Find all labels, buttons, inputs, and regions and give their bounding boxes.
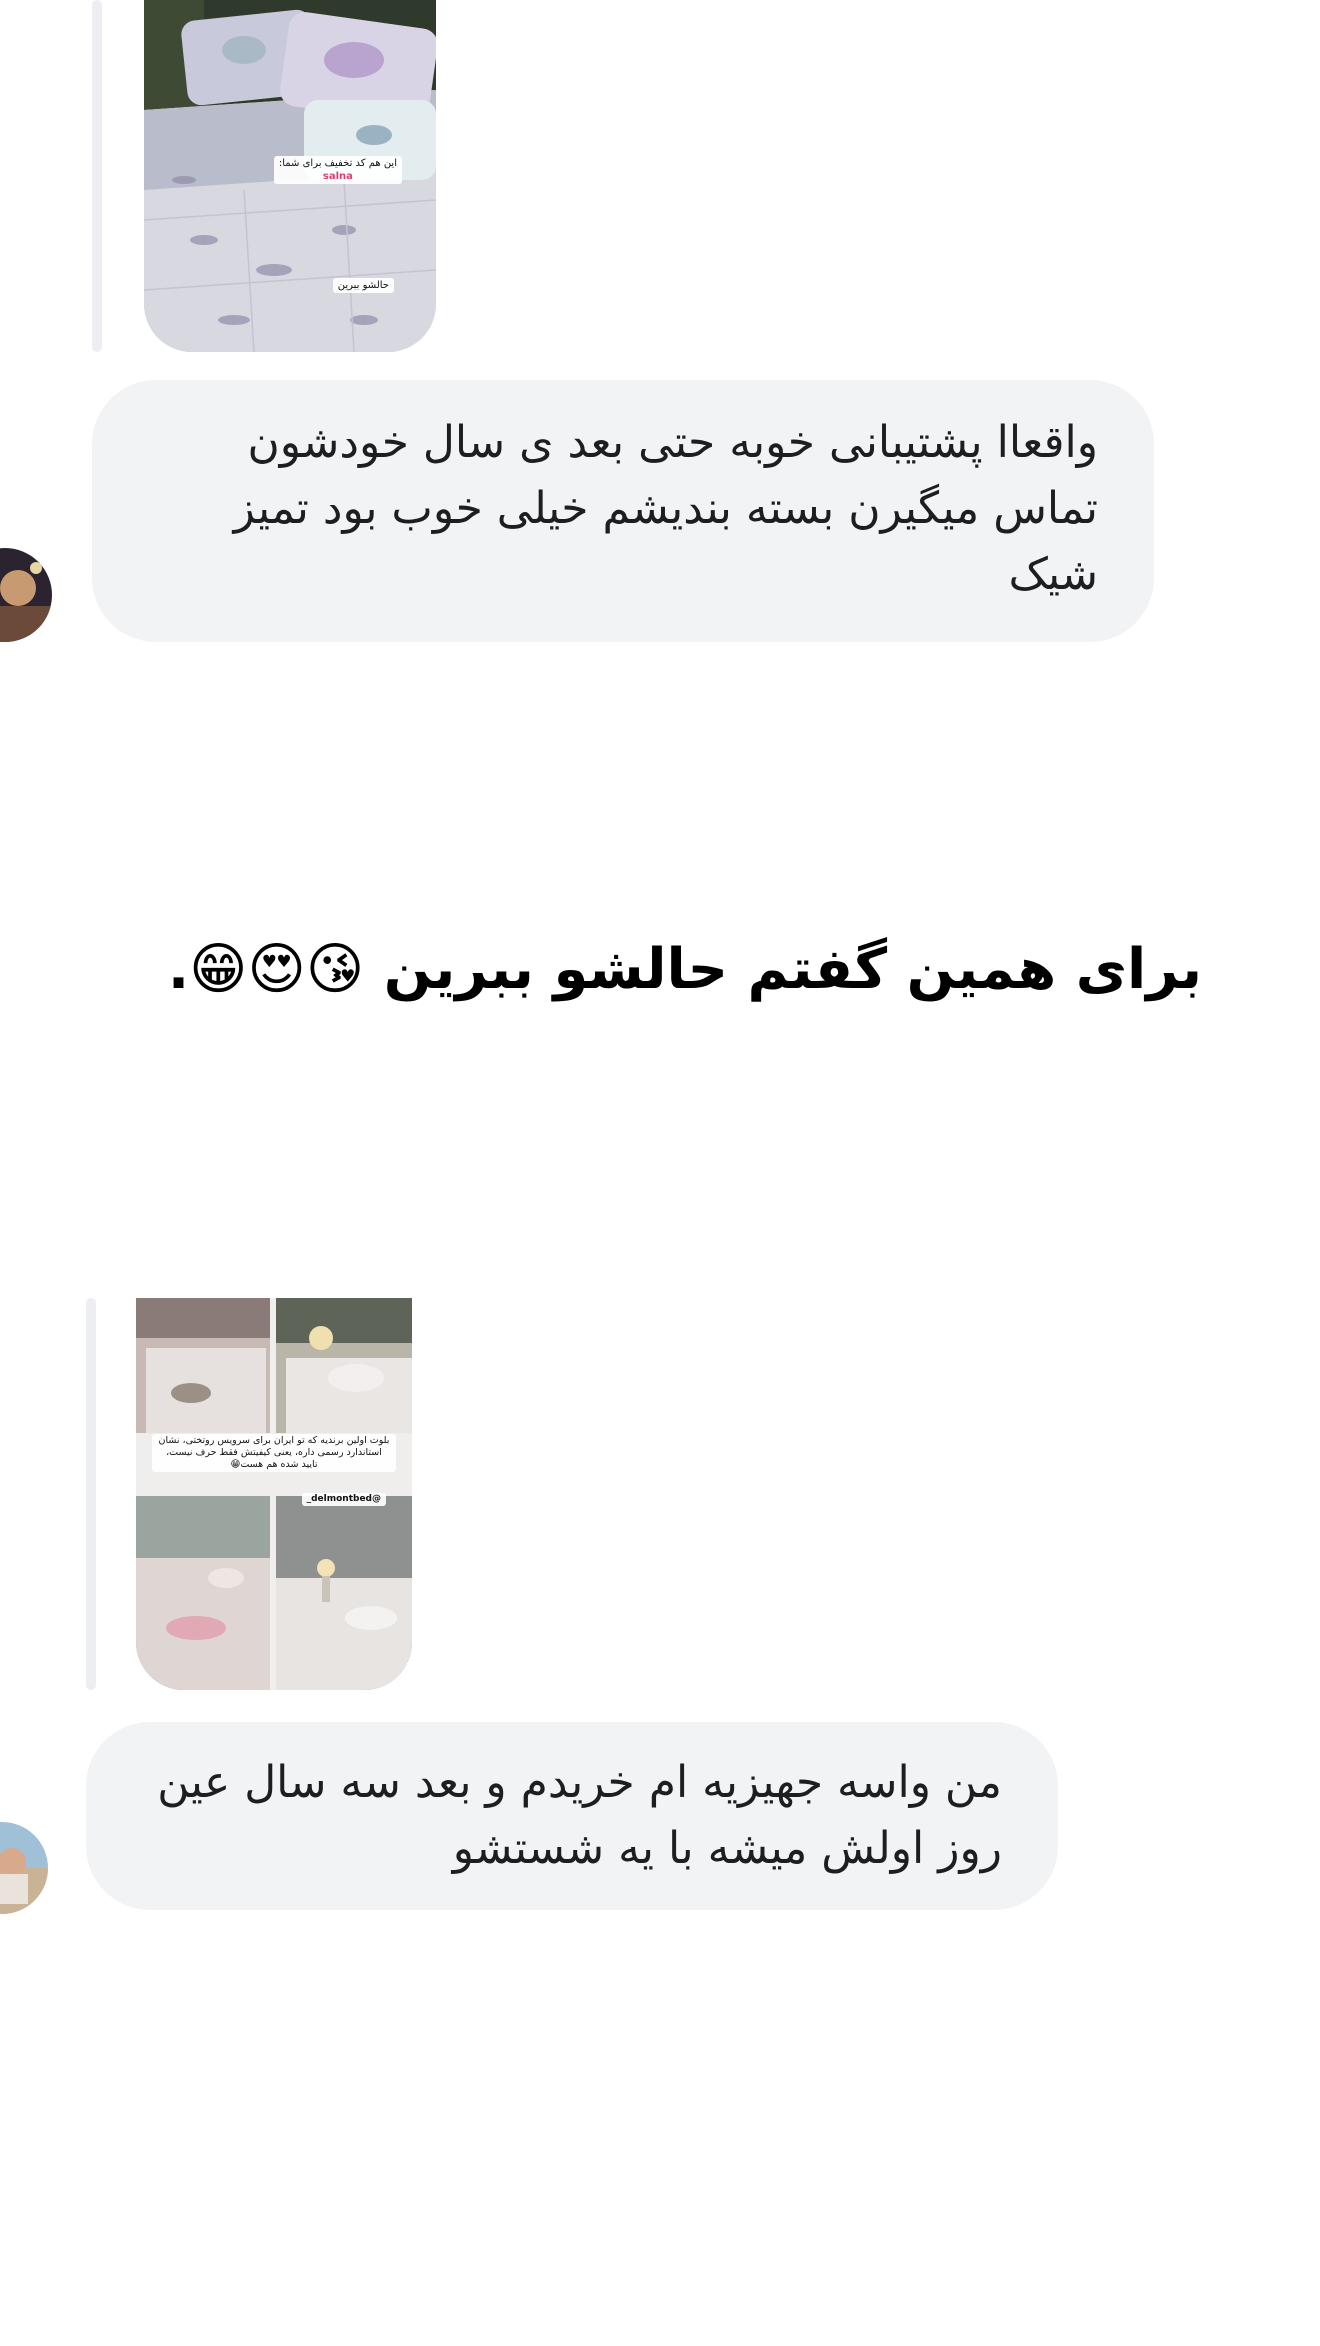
story-text-sticker: بلوت اولین برندیه که تو ایران برای سرویس… — [152, 1434, 396, 1472]
sender-avatar[interactable] — [0, 548, 52, 642]
story-caption-text: برای همین گفتم حالشو ببرین 😘😍😁. — [167, 937, 1203, 1002]
discount-sticker: این هم کد تخفیف برای شما: salna — [273, 156, 402, 184]
avatar-photo — [0, 548, 52, 642]
message-text: من واسه جهیزیه ام خریدم و بعد سه سال عین… — [157, 1757, 1002, 1874]
story-reply-indicator — [86, 1298, 96, 1690]
avatar-photo — [0, 1822, 48, 1914]
discount-code: salna — [322, 171, 353, 182]
story-thumbnail[interactable]: این هم کد تخفیف برای شما: salna حالشو بب… — [144, 0, 436, 352]
mention-sticker: @delmontbed_ — [301, 1493, 386, 1506]
link-sticker: حالشو ببرین — [332, 278, 394, 293]
sender-avatar[interactable] — [0, 1822, 48, 1914]
story-reply-indicator — [92, 0, 102, 352]
message-text: واقعاا پشتیبانی خوبه حتی بعد ی سال خودشو… — [233, 417, 1098, 600]
message-bubble[interactable]: من واسه جهیزیه ام خریدم و بعد سه سال عین… — [86, 1722, 1058, 1910]
story-text-sticker-text: بلوت اولین برندیه که تو ایران برای سرویس… — [158, 1435, 390, 1470]
message-bubble[interactable]: واقعاا پشتیبانی خوبه حتی بعد ی سال خودشو… — [92, 380, 1154, 642]
discount-sticker-text: این هم کد تخفیف برای شما: — [278, 158, 397, 169]
story-thumbnail[interactable]: بلوت اولین برندیه که تو ایران برای سرویس… — [136, 1298, 412, 1690]
link-sticker-text: حالشو ببرین — [337, 280, 389, 291]
story-caption: برای همین گفتم حالشو ببرین 😘😍😁. — [0, 930, 1320, 1010]
mention-handle: @delmontbed_ — [306, 1494, 381, 1504]
